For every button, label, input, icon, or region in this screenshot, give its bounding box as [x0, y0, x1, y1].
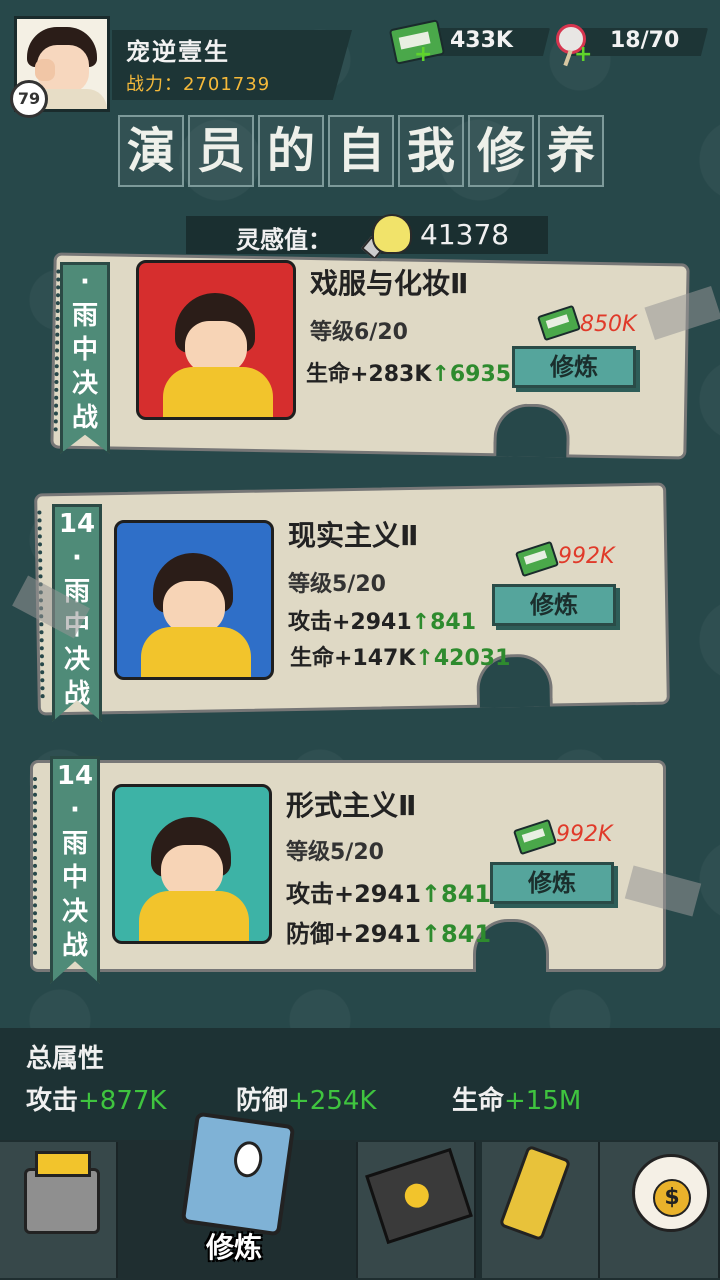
add-candy-icon[interactable]: +: [574, 42, 592, 67]
stat-gain: ↑841: [411, 610, 477, 635]
stat-text: 生命+283K: [306, 362, 432, 387]
ribbon-char: 决: [61, 897, 88, 927]
ribbon-char: 14: [58, 509, 96, 539]
title-char: 修: [468, 115, 534, 187]
stat-gain: ↑42031: [415, 646, 511, 671]
train-button[interactable]: 修炼: [492, 584, 616, 626]
stat-text: 攻击+2941: [288, 610, 412, 635]
money-value: 433K: [450, 28, 513, 53]
ribbon-char: 战: [71, 403, 98, 433]
attr-gain: +877K: [78, 1086, 167, 1116]
inspiration-label: 灵感值：: [236, 226, 332, 254]
train-button[interactable]: 修炼: [490, 862, 614, 904]
title-char: 演: [118, 115, 184, 187]
title-char: 员: [188, 115, 254, 187]
inspiration-value: 41378: [420, 218, 510, 251]
candy-value: 18/70: [610, 28, 680, 53]
ribbon-char: 中: [61, 863, 88, 893]
ribbon-char: ·: [80, 267, 90, 297]
upgrade-cost: 992K: [556, 822, 613, 847]
attr-label: 攻击: [26, 1086, 79, 1116]
total-defense: 防御+254K: [236, 1080, 376, 1117]
stat-gain: ↑841: [420, 920, 492, 948]
title-char: 养: [538, 115, 604, 187]
attr-gain: +254K: [288, 1086, 377, 1116]
stat-text: 攻击+2941: [286, 880, 421, 908]
page-title: 演 员 的 自 我 修 养: [118, 115, 622, 187]
title-char: 的: [258, 115, 324, 187]
ribbon-char: 战: [61, 931, 88, 961]
lightbulb-icon: [372, 214, 412, 254]
chapter-ribbon: · 雨 中 决 战: [60, 262, 110, 454]
player-name: 宠逆壹生: [126, 38, 230, 66]
skill-stat: 攻击+2941↑841: [286, 874, 491, 909]
attr-label: 生命: [452, 1086, 505, 1116]
stat-gain: ↑841: [420, 880, 492, 908]
ribbon-char: 决: [63, 645, 90, 675]
nav-training-label: 修炼: [206, 1231, 263, 1264]
total-attack: 攻击+877K: [26, 1080, 166, 1117]
add-money-icon[interactable]: +: [414, 42, 432, 67]
shopping-cart-icon: [24, 1151, 100, 1234]
upgrade-cost: 850K: [580, 312, 637, 337]
power-value: 2701739: [183, 74, 271, 95]
skill-stat: 攻击+2941↑841: [288, 604, 476, 636]
stat-text: 防御+2941: [286, 920, 421, 948]
train-button[interactable]: 修炼: [512, 346, 636, 388]
skill-level: 等级6/20: [310, 320, 408, 345]
attr-label: 防御: [236, 1086, 289, 1116]
combat-power: 战力：2701739: [126, 70, 270, 96]
title-char: 我: [398, 115, 464, 187]
upgrade-cost: 992K: [558, 544, 615, 569]
attr-gain: +15M: [504, 1086, 582, 1116]
power-label: 战力：: [126, 74, 183, 95]
skill-name: 现实主义Ⅱ: [288, 519, 419, 552]
ribbon-char: 雨: [61, 829, 88, 859]
ribbon-char: 雨: [71, 301, 98, 331]
training-book-icon: [180, 1111, 296, 1237]
total-life: 生命+15M: [452, 1080, 581, 1117]
costume-portrait: [136, 260, 296, 420]
skill-name: 形式主义Ⅱ: [286, 789, 417, 822]
formalism-portrait: [112, 784, 272, 944]
skill-stat: 防御+2941↑841: [286, 914, 491, 949]
skill-name: 戏服与化妆Ⅱ: [310, 267, 469, 300]
player-level-badge: 79: [10, 80, 48, 118]
ribbon-char: ·: [70, 795, 80, 825]
skill-stat: 生命+147K↑42031: [290, 640, 510, 672]
lucky-cat-icon: [632, 1154, 710, 1232]
skill-level: 等级5/20: [286, 840, 384, 865]
ribbon-char: 中: [71, 335, 98, 365]
ribbon-char: 14: [56, 761, 94, 791]
chapter-ribbon: 14 · 雨 中 决 战: [50, 756, 100, 984]
stat-text: 生命+147K: [290, 646, 416, 671]
ribbon-char: ·: [72, 543, 82, 573]
realism-portrait: [114, 520, 274, 680]
title-char: 自: [328, 115, 394, 187]
total-attributes-title: 总属性: [26, 1044, 105, 1074]
skill-stat: 生命+283K↑69351: [306, 356, 526, 388]
ribbon-char: 决: [71, 369, 98, 399]
skill-level: 等级5/20: [288, 572, 386, 597]
